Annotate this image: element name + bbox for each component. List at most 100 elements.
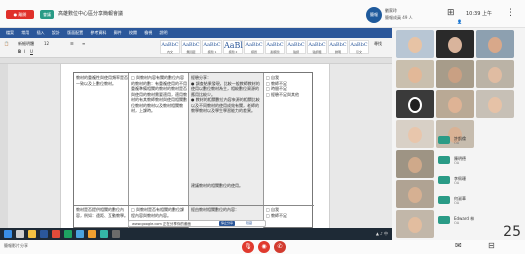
meeting-window: ● 離開 會議 高雄數位中心區分享簡報會議 簡報 劉家玲 簡報成員 49 人 ⊞… — [0, 0, 525, 254]
share-notification-text: www.google.com 正在分享你的畫面 — [132, 222, 191, 226]
table-cell[interactable]: 教材是否提供相關的數位內容，例如：遠距、互動教學。 — [76, 207, 128, 227]
presenter-name: 劉家玲 — [385, 8, 397, 13]
bullets-icon[interactable]: ☰ — [70, 41, 74, 46]
layout-icon[interactable]: ⊞ — [447, 8, 455, 18]
chrome-icon[interactable] — [88, 230, 96, 238]
style-quote[interactable]: AaBbC 引文 — [349, 40, 369, 54]
app-icon[interactable] — [112, 230, 120, 238]
style-emphasis[interactable]: AaBbC 強調 — [286, 40, 306, 54]
face-avatar — [408, 97, 422, 113]
presenter-info[interactable]: 簡報 劉家玲 簡報成員 49 人 — [366, 7, 438, 23]
top-bar: ● 離開 會議 高雄數位中心區分享簡報會議 簡報 劉家玲 簡報成員 49 人 ⊞… — [0, 0, 525, 28]
document-page[interactable]: 教材的重複性與使用頻率是否一致以及上數位教材。 □ 與教材內容有關的數位內容的教… — [60, 64, 330, 229]
search-icon[interactable] — [16, 230, 24, 238]
tab-review[interactable]: 校閱 — [129, 30, 137, 35]
chat-icon[interactable]: ✉ — [455, 241, 462, 251]
participant-tile[interactable] — [396, 30, 434, 58]
tab-references[interactable]: 參考資料 — [90, 30, 106, 35]
style-intense[interactable]: AaBbC 鮮明 — [328, 40, 348, 54]
hang-up-icon[interactable]: ✆ — [274, 241, 286, 253]
table-cell[interactable]: □ 與教材內容有關的數位內容的教材的數：有重複使用的不用重複準備相關的教材的教材… — [131, 75, 187, 203]
face-avatar — [408, 127, 422, 143]
participant-tile[interactable] — [436, 90, 474, 118]
participant-tile[interactable] — [396, 210, 434, 238]
word-icon[interactable] — [40, 230, 48, 238]
participant-tile[interactable] — [396, 60, 434, 88]
style-strong[interactable]: AaBbC 強調粗 — [307, 40, 327, 54]
style-subtitle[interactable]: AaBbC 副標題 — [265, 40, 285, 54]
table-cell[interactable]: 經驗分享： ● 調查結果發現，比較一般教師教材的使用以數位教材為主，相較數位資源… — [191, 75, 262, 175]
table-cell[interactable]: □ 自我 □ 教師不足 □ 時間不足 □ 經驗不足與其他 — [266, 75, 312, 115]
bold-icon[interactable]: B — [18, 49, 21, 54]
menu-icon[interactable]: ⋮ — [506, 8, 515, 18]
clock: 10:39 上午 — [466, 11, 492, 17]
style-heading-2[interactable]: AaBl 標題 2 — [223, 40, 243, 54]
meeting-title: 高雄數位中心區分享簡報會議 — [58, 11, 124, 17]
font-size-select[interactable]: 12 — [44, 41, 49, 46]
participant-tile[interactable] — [476, 60, 514, 88]
underline-icon[interactable]: U — [30, 49, 33, 54]
excel-icon[interactable] — [64, 230, 72, 238]
tab-view[interactable]: 檢視 — [144, 30, 152, 35]
presentation-label: 簡報影片分享 — [4, 243, 28, 248]
face-avatar — [408, 37, 422, 53]
camera-icon[interactable]: ◉ — [258, 241, 270, 253]
find-button[interactable]: 尋找 — [374, 41, 382, 47]
participant-status: OA — [454, 201, 460, 205]
meeting-controls: 簡報影片分享 🎙 ◉ ✆ ✉ ⊟ — [0, 240, 525, 254]
row-divider — [74, 205, 314, 206]
italic-icon[interactable]: I — [24, 49, 25, 54]
start-icon[interactable] — [4, 230, 12, 238]
participant-tile[interactable] — [396, 150, 434, 178]
ribbon: 📋 新細明體 12 B I U ☰ ≡ AaBbC 內文 AaBbC 無間距 AaB… — [0, 38, 392, 58]
face-avatar — [488, 37, 502, 53]
style-title[interactable]: AaBbC 標題 — [244, 40, 264, 54]
system-tray[interactable]: ▲ ♪ 中 — [376, 231, 388, 237]
style-heading-1[interactable]: AaBbC 標題 1 — [202, 40, 222, 54]
face-avatar — [488, 97, 502, 113]
participant-tile[interactable] — [436, 30, 474, 58]
tab-design[interactable]: 設計 — [52, 30, 60, 35]
participant-badge — [438, 136, 450, 144]
face-avatar — [488, 67, 502, 83]
participant-tile[interactable] — [476, 30, 514, 58]
windows-taskbar: ▲ ♪ 中 — [0, 228, 392, 240]
face-avatar — [448, 97, 462, 113]
hide-notification-button[interactable]: 隱藏 — [239, 221, 259, 226]
font-name-select[interactable]: 新細明體 — [18, 41, 34, 47]
tab-help[interactable]: 說明 — [160, 30, 168, 35]
table-cell[interactable]: 教材的重複性與使用頻率是否一致以及上數位教材。 — [76, 75, 128, 203]
participant-tile[interactable] — [396, 120, 434, 148]
leave-button[interactable]: ● 離開 — [6, 10, 34, 19]
activities-icon[interactable]: ⊟ — [488, 241, 495, 251]
paste-icon[interactable]: 📋 — [4, 41, 9, 46]
table-cell[interactable]: 建議教材的相關數位的使用。 — [191, 183, 262, 203]
document-table: 教材的重複性與使用頻率是否一致以及上數位教材。 □ 與教材內容有關的數位內容的教… — [73, 72, 314, 229]
style-normal[interactable]: AaBbC 內文 — [160, 40, 180, 54]
edge-icon[interactable] — [76, 230, 84, 238]
vertical-ruler[interactable] — [0, 64, 8, 228]
participant-badge — [438, 196, 450, 204]
tab-layout[interactable]: 版面配置 — [67, 30, 83, 35]
participant-badge — [438, 156, 450, 164]
people-icon[interactable]: 👤 — [457, 17, 462, 27]
face-avatar — [408, 217, 422, 233]
participant-tile[interactable] — [436, 60, 474, 88]
participant-status: OA — [454, 141, 460, 145]
tab-file[interactable]: 檔案 — [6, 30, 14, 35]
participant-tile[interactable] — [476, 90, 514, 118]
powerpoint-icon[interactable] — [52, 230, 60, 238]
tab-mailings[interactable]: 郵件 — [114, 30, 122, 35]
align-icon[interactable]: ≡ — [82, 41, 85, 46]
table-cell[interactable]: □ 自我 □ 教師不足 — [266, 207, 312, 227]
participant-tile[interactable] — [396, 90, 434, 118]
face-avatar — [408, 157, 422, 173]
meet-icon[interactable] — [100, 230, 108, 238]
tab-insert[interactable]: 插入 — [37, 30, 45, 35]
mic-icon[interactable]: 🎙 — [242, 241, 254, 253]
tab-home[interactable]: 常用 — [21, 30, 29, 35]
file-explorer-icon[interactable] — [28, 230, 36, 238]
participant-tile[interactable] — [396, 180, 434, 208]
stop-sharing-button[interactable]: 停止分享 — [219, 221, 235, 226]
style-no-spacing[interactable]: AaBbC 無間距 — [181, 40, 201, 54]
